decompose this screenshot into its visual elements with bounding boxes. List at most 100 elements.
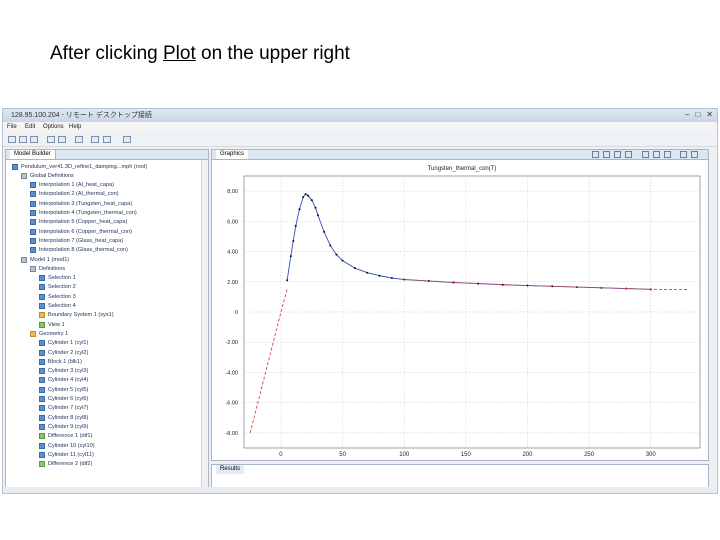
close-icon[interactable]: ✕ xyxy=(706,110,713,119)
tree-item-label: Block 1 (blk1) xyxy=(48,358,82,365)
open-file-icon[interactable] xyxy=(19,136,27,143)
tree-item[interactable]: Interpolation 6 (Copper_thermal_con) xyxy=(30,227,132,236)
tab-model-builder[interactable]: Model Builder xyxy=(10,150,56,159)
undo-icon[interactable] xyxy=(47,136,55,143)
tree-item[interactable]: Cylinder 6 (cyl6) xyxy=(39,395,88,404)
tree-node-icon xyxy=(30,247,36,254)
data-point xyxy=(501,283,504,286)
zoom-extents-icon[interactable] xyxy=(625,151,632,158)
tree-item[interactable]: Interpolation 1 (Al_heat_capa) xyxy=(30,181,114,190)
tree-item[interactable]: Interpolation 7 (Glass_heat_capa) xyxy=(30,236,123,245)
tree-item[interactable]: Interpolation 8 (Glass_thermal_con) xyxy=(30,246,128,255)
tree-item[interactable]: Definitions xyxy=(30,264,65,273)
tree-item[interactable]: Global Definitions xyxy=(21,171,74,180)
tree-item[interactable]: Interpolation 2 (Al_thermal_con) xyxy=(30,190,119,199)
tree-item[interactable]: Selection 3 xyxy=(39,292,76,301)
graphics-pane: Graphics Tungsten_thermal_con(T) 0 50 100 1… xyxy=(211,149,709,461)
tree-item-label: Selection 1 xyxy=(48,275,76,282)
tree-item[interactable]: Cylinder 9 (cyl9) xyxy=(39,422,88,431)
caption-suffix: on the upper right xyxy=(195,43,350,64)
tree-node-icon xyxy=(30,210,36,216)
tree-item[interactable]: Pendulum_ver41.3D_refine1_damping...mph … xyxy=(12,162,147,171)
cut-icon[interactable] xyxy=(75,136,83,143)
window-titlebar[interactable]: 128.95.100.204 - リモート デスクトップ接続 – □ ✕ xyxy=(3,109,717,122)
menu-options[interactable]: Options xyxy=(43,124,64,130)
main-toolbar xyxy=(3,133,717,147)
tree-item[interactable]: Cylinder 5 (cyl5) xyxy=(39,385,88,394)
new-file-icon[interactable] xyxy=(8,136,16,143)
tree-node-icon xyxy=(39,461,45,468)
menu-bar: File Edit Options Help xyxy=(3,122,717,133)
model-tree-scrollbar[interactable] xyxy=(201,160,208,490)
slide-caption: After clicking Plot on the upper right xyxy=(50,43,350,65)
tree-node-icon xyxy=(39,368,45,375)
compute-icon[interactable] xyxy=(123,136,131,143)
model-icon[interactable] xyxy=(91,136,99,143)
tree-item[interactable]: Cylinder 8 (cyl8) xyxy=(39,413,88,422)
tree-item-label: Global Definitions xyxy=(30,172,74,179)
tree-item[interactable]: Cylinder 3 (cyl3) xyxy=(39,367,88,376)
tree-item[interactable]: Selection 2 xyxy=(39,283,76,292)
tree-item[interactable]: Interpolation 4 (Tungsten_thermal_con) xyxy=(30,209,137,218)
tree-item-label: Cylinder 7 (cyl7) xyxy=(48,405,89,412)
y-tick-label: 6.00 xyxy=(227,219,238,225)
tree-item[interactable]: Interpolation 5 (Copper_heat_capa) xyxy=(30,218,127,227)
print-icon[interactable] xyxy=(691,151,698,158)
save-icon[interactable] xyxy=(30,136,38,143)
tree-item[interactable]: Cylinder 10 (cyl10) xyxy=(39,441,95,450)
tree-item[interactable]: Selection 1 xyxy=(39,274,76,283)
tree-node-icon xyxy=(39,405,45,412)
menu-file[interactable]: File xyxy=(7,124,17,130)
tree-node-icon xyxy=(39,414,45,421)
zoom-in-icon[interactable] xyxy=(592,151,599,158)
tree-item[interactable]: Cylinder 1 (cyl1) xyxy=(39,339,88,348)
data-point xyxy=(329,244,332,247)
tree-item[interactable]: Cylinder 7 (cyl7) xyxy=(39,404,88,413)
tree-item[interactable]: Boundary System 1 (sys1) xyxy=(39,311,114,320)
x-tick-label: 50 xyxy=(339,452,346,458)
grid-icon[interactable] xyxy=(664,151,671,158)
tree-item-label: Cylinder 8 (cyl8) xyxy=(48,414,89,421)
tree-item[interactable]: Block 1 (blk1) xyxy=(39,357,82,366)
tree-item[interactable]: Difference 2 (dif2) xyxy=(39,460,92,469)
y-axis-icon[interactable] xyxy=(653,151,660,158)
tree-item[interactable]: Interpolation 3 (Tungsten_heat_capa) xyxy=(30,199,132,208)
tree-item[interactable]: Cylinder 11 (cyl11) xyxy=(39,450,94,459)
zoom-box-icon[interactable] xyxy=(614,151,621,158)
tree-item-label: Cylinder 5 (cyl5) xyxy=(48,386,89,393)
tab-results[interactable]: Results xyxy=(216,465,245,474)
tab-graphics[interactable]: Graphics xyxy=(216,150,249,159)
y-tick-label: 0 xyxy=(235,310,238,316)
x-tick-label: 0 xyxy=(279,452,283,458)
geometry-icon[interactable] xyxy=(103,136,111,143)
maximize-icon[interactable]: □ xyxy=(695,110,700,119)
tree-item[interactable]: Difference 1 (dif1) xyxy=(39,432,92,441)
tree-item[interactable]: Geometry 1 xyxy=(30,329,68,338)
camera-icon[interactable] xyxy=(680,151,687,158)
redo-icon[interactable] xyxy=(58,136,66,143)
tree-item-label: Cylinder 3 (cyl3) xyxy=(48,368,89,375)
tree-item[interactable]: Model 1 (mod1) xyxy=(21,255,69,264)
tree-item[interactable]: Selection 4 xyxy=(39,302,76,311)
data-point xyxy=(289,255,292,258)
tree-node-icon xyxy=(21,256,27,263)
tree-item-label: Cylinder 1 (cyl1) xyxy=(48,340,89,347)
minimize-icon[interactable]: – xyxy=(685,110,689,119)
x-axis-icon[interactable] xyxy=(642,151,649,158)
data-point xyxy=(390,277,393,279)
tree-item[interactable]: Cylinder 4 (cyl4) xyxy=(39,376,88,385)
menu-help[interactable]: Help xyxy=(69,124,81,130)
tree-node-icon xyxy=(39,433,45,440)
tree-item-label: Cylinder 4 (cyl4) xyxy=(48,377,89,384)
tree-item-label: Cylinder 11 (cyl11) xyxy=(48,451,94,458)
window-scrollbar[interactable] xyxy=(709,149,715,491)
tree-item[interactable]: View 1 xyxy=(39,320,65,329)
tree-item-label: Interpolation 6 (Copper_thermal_con) xyxy=(39,228,132,235)
zoom-out-icon[interactable] xyxy=(603,151,610,158)
y-tick-label: 8.00 xyxy=(227,189,238,195)
chart-title: Tungsten_thermal_con(T) xyxy=(428,166,497,172)
tree-item-label: Pendulum_ver41.3D_refine1_damping...mph … xyxy=(21,163,148,170)
data-point xyxy=(307,194,310,197)
tree-item[interactable]: Cylinder 2 (cyl2) xyxy=(39,348,88,357)
menu-edit[interactable]: Edit xyxy=(25,124,35,130)
